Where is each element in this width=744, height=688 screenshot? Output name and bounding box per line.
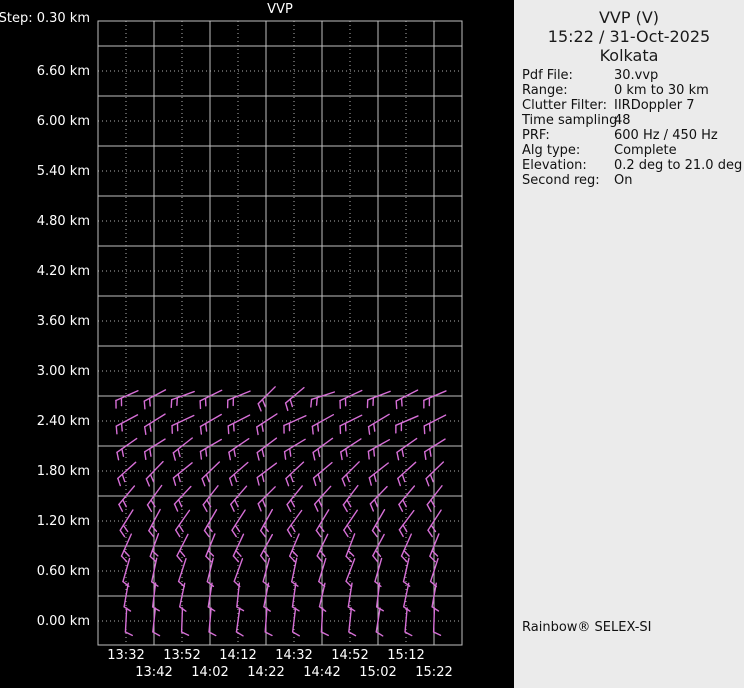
- field-label: Elevation:: [522, 158, 587, 173]
- scan-parameters: Pdf File: 30.vvp Range: 0 km to 30 km Cl…: [522, 68, 743, 188]
- x-axis-label: 13:52: [163, 648, 200, 663]
- field-label: Time sampling:: [522, 113, 622, 128]
- field-value: Complete: [614, 143, 677, 158]
- y-axis-label: 3.60 km: [37, 314, 90, 329]
- y-axis-label: 6.60 km: [37, 64, 90, 79]
- vvp-time-height-wind-barb-chart: VVP Step: 0.30 km 6.60 km 6.00 km 5.40 km 4.8…: [0, 0, 514, 688]
- panel-location: Kolkata: [599, 46, 659, 65]
- field-label: Alg type:: [522, 143, 581, 158]
- y-axis-label: 2.40 km: [37, 414, 90, 429]
- field-pdf-file: Pdf File: 30.vvp: [522, 68, 740, 83]
- x-axis-label: 14:42: [303, 665, 340, 680]
- panel-title: VVP (V): [598, 8, 660, 27]
- x-axis-label: 15:22: [415, 665, 452, 680]
- y-axis-label: 3.00 km: [37, 364, 90, 379]
- step-label: Step: 0.30 km: [0, 11, 90, 26]
- vvp-application-window: VVP Step: 0.30 km 6.60 km 6.00 km 5.40 km 4.8…: [0, 0, 744, 688]
- field-value: 600 Hz / 450 Hz: [614, 128, 718, 143]
- x-axis-label: 15:02: [359, 665, 396, 680]
- field-label: PRF:: [522, 128, 550, 143]
- y-axis-label: 5.40 km: [37, 164, 90, 179]
- field-alg-type: Alg type: Complete: [522, 143, 740, 158]
- field-elevation: Elevation: 0.2 deg to 21.0 deg: [522, 158, 743, 173]
- chart-background: [0, 0, 514, 688]
- field-label: Second reg:: [522, 173, 600, 188]
- brand-label: Rainbow® SELEX-SI: [522, 620, 652, 635]
- field-value: 0 km to 30 km: [614, 83, 709, 98]
- y-axis-label: 4.20 km: [37, 264, 90, 279]
- y-axis-label: 0.00 km: [37, 614, 90, 629]
- x-axis-label: 14:02: [191, 665, 228, 680]
- panel-header: VVP (V) 15:22 / 31-Oct-2025 Kolkata: [514, 0, 744, 65]
- field-range: Range: 0 km to 30 km: [522, 83, 740, 98]
- x-axis-label: 15:12: [387, 648, 424, 663]
- field-label: Clutter Filter:: [522, 98, 607, 113]
- field-clutter-filter: Clutter Filter: IIRDoppler 7: [522, 98, 740, 113]
- x-axis-label: 13:42: [135, 665, 172, 680]
- y-axis-label: 1.80 km: [37, 464, 90, 479]
- y-axis-label: 1.20 km: [37, 514, 90, 529]
- field-prf: PRF: 600 Hz / 450 Hz: [522, 128, 740, 143]
- x-axis-label: 14:22: [247, 665, 284, 680]
- x-axis-label: 14:32: [275, 648, 312, 663]
- field-value: 48: [614, 113, 631, 128]
- field-second-reg: Second reg: On: [522, 173, 740, 188]
- y-axis-label: 4.80 km: [37, 214, 90, 229]
- field-time-sampling: Time sampling: 48: [522, 113, 740, 128]
- x-axis-label: 14:12: [219, 648, 256, 663]
- field-label: Pdf File:: [522, 68, 573, 83]
- field-value: 0.2 deg to 21.0 deg: [614, 158, 743, 173]
- field-value: On: [614, 173, 633, 188]
- panel-datetime: 15:22 / 31-Oct-2025: [547, 27, 711, 46]
- y-axis-label: 6.00 km: [37, 114, 90, 129]
- chart-title: VVP: [267, 2, 293, 17]
- y-axis-label: 0.60 km: [37, 564, 90, 579]
- field-value: IIRDoppler 7: [614, 98, 695, 113]
- x-axis-label: 13:32: [107, 648, 144, 663]
- info-panel: VVP (V) 15:22 / 31-Oct-2025 Kolkata Pdf …: [514, 0, 744, 688]
- x-axis-label: 14:52: [331, 648, 368, 663]
- field-label: Range:: [522, 83, 568, 98]
- field-value: 30.vvp: [614, 68, 659, 83]
